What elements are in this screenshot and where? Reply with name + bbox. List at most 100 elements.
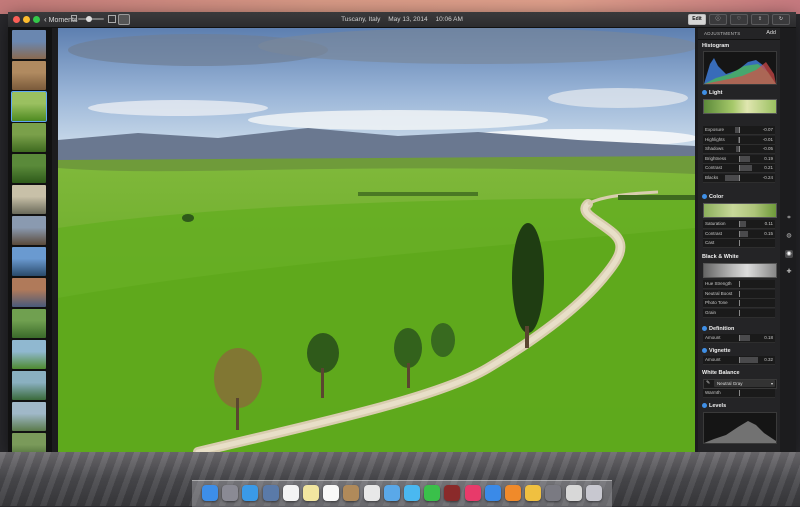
- window-title: Tuscany, Italy May 13, 2014 10:06 AM: [8, 14, 796, 25]
- light-enabled-indicator[interactable]: [702, 90, 707, 95]
- slider-value: 0.32: [764, 357, 773, 362]
- color-strip-slider[interactable]: [703, 203, 777, 218]
- launchpad-icon[interactable]: [222, 485, 239, 501]
- filmstrip: [8, 28, 52, 452]
- filmstrip-thumbnail[interactable]: [12, 61, 46, 90]
- calendar-icon[interactable]: [282, 485, 299, 501]
- slider-label: Neutral Boost: [705, 290, 733, 296]
- slider-center-mark: [739, 281, 740, 287]
- adjustment-slider-row[interactable]: Blacks -0.24: [703, 173, 775, 183]
- adjustment-slider-row[interactable]: Amount 0.32: [703, 356, 775, 365]
- adjustment-slider-row[interactable]: Highlights -0.01: [703, 135, 775, 145]
- adjustment-slider-row[interactable]: Hue Strength: [703, 280, 775, 289]
- adjustment-slider-row[interactable]: Brightness 0.19: [703, 154, 775, 164]
- reminders-icon[interactable]: [323, 485, 340, 501]
- ibooks-icon[interactable]: [505, 485, 521, 501]
- crop-tool-button[interactable]: ⌗: [785, 214, 793, 222]
- favorite-button[interactable]: ♡: [730, 14, 748, 25]
- filmstrip-thumbnail[interactable]: [12, 402, 46, 431]
- facetime-icon[interactable]: [424, 485, 441, 501]
- documents-icon[interactable]: [565, 485, 582, 501]
- definition-section-title[interactable]: Definition: [702, 326, 734, 332]
- slider-label: Cast: [705, 240, 715, 245]
- filmstrip-thumbnail[interactable]: [12, 433, 46, 452]
- mail-icon[interactable]: [383, 485, 400, 501]
- filmstrip-thumbnail[interactable]: [12, 154, 46, 183]
- contacts-icon[interactable]: [343, 485, 360, 501]
- notes-icon[interactable]: [303, 485, 319, 501]
- photo-booth-icon[interactable]: [444, 485, 461, 501]
- levels-enabled-indicator[interactable]: [702, 403, 707, 408]
- adjustment-slider-row[interactable]: Cast: [703, 239, 775, 248]
- trash-icon[interactable]: [585, 485, 602, 501]
- vignette-section-title[interactable]: Vignette: [702, 348, 731, 354]
- photo-date: May 13, 2014: [388, 16, 428, 23]
- safari-icon[interactable]: [242, 485, 259, 501]
- photos-icon[interactable]: [525, 485, 542, 501]
- adjustment-slider-row[interactable]: Warmth: [703, 389, 775, 398]
- filmstrip-thumbnail[interactable]: [11, 91, 47, 122]
- filters-tool-button[interactable]: ◍: [785, 232, 793, 240]
- vignette-enabled-indicator[interactable]: [702, 348, 707, 353]
- adjustment-slider-row[interactable]: Amount 0.18: [703, 334, 775, 343]
- share-button[interactable]: ⇪: [751, 14, 769, 25]
- edit-button[interactable]: Edit: [688, 14, 706, 25]
- filmstrip-thumbnail[interactable]: [12, 371, 46, 400]
- slider-label: Contrast: [705, 165, 723, 170]
- definition-enabled-indicator[interactable]: [702, 326, 707, 331]
- rotate-icon: ↻: [778, 16, 784, 22]
- color-enabled-indicator[interactable]: [702, 194, 707, 199]
- adjustment-slider-row[interactable]: Exposure -0.07: [703, 126, 775, 135]
- adjustment-slider-row[interactable]: Photo Tone: [703, 299, 775, 308]
- light-section-title[interactable]: Light: [702, 90, 722, 96]
- filmstrip-thumbnail[interactable]: [12, 123, 46, 152]
- add-adjustment-button[interactable]: Add: [766, 30, 776, 36]
- levels-section-title[interactable]: Levels: [702, 403, 726, 409]
- bw-section-title[interactable]: Black & White: [702, 254, 739, 260]
- filmstrip-thumbnail[interactable]: [12, 309, 46, 338]
- dock: [192, 480, 612, 507]
- retouch-tool-button[interactable]: ✚: [785, 268, 793, 276]
- white-balance-dropdown[interactable]: Neutral Gray: [714, 380, 775, 387]
- filmstrip-thumbnail[interactable]: [12, 216, 46, 245]
- filmstrip-thumbnail[interactable]: [12, 247, 46, 276]
- color-section-label: Color: [709, 194, 724, 200]
- bw-strip-slider[interactable]: [703, 263, 777, 278]
- adjustment-slider-row[interactable]: Contrast 0.21: [703, 164, 775, 173]
- slider-value: 0.11: [764, 221, 773, 226]
- adjustment-slider-row[interactable]: Shadows -0.05: [703, 145, 775, 154]
- adjust-tool-button[interactable]: ◉: [785, 250, 793, 258]
- rotate-button[interactable]: ↻: [772, 14, 790, 25]
- adjustment-slider-row[interactable]: Contrast 0.15: [703, 229, 775, 239]
- filmstrip-thumbnail[interactable]: [12, 185, 46, 214]
- adjustment-slider-row[interactable]: Neutral Boost: [703, 289, 775, 299]
- edit-tools-column: ⌗ ◍ ◉ ✚: [782, 28, 796, 452]
- bandage-icon: ✚: [786, 269, 792, 275]
- filmstrip-thumbnail[interactable]: [12, 340, 46, 369]
- eyedropper-icon[interactable]: ✎: [706, 380, 710, 386]
- filmstrip-thumbnail[interactable]: [12, 278, 46, 307]
- adjustment-slider-row[interactable]: Saturation 0.11: [703, 220, 775, 229]
- white-balance-section-title[interactable]: White Balance: [702, 370, 740, 376]
- light-strip-slider[interactable]: [703, 99, 777, 114]
- preview-icon[interactable]: [262, 485, 279, 501]
- slider-value: -0.05: [762, 146, 773, 151]
- adjustment-slider-row[interactable]: Grain: [703, 308, 775, 318]
- info-button[interactable]: ⓘ: [709, 14, 727, 25]
- finder-icon[interactable]: [202, 485, 218, 501]
- color-section-title[interactable]: Color: [702, 194, 723, 200]
- slider-center-mark: [739, 174, 740, 181]
- system-preferences-icon[interactable]: [545, 485, 562, 501]
- slider-value: 0.18: [764, 335, 773, 340]
- white-balance-row: ✎ Neutral Gray ▾: [703, 379, 777, 389]
- itunes-icon[interactable]: [464, 485, 481, 501]
- messages-icon[interactable]: [404, 485, 420, 501]
- filmstrip-thumbnail[interactable]: [12, 30, 46, 59]
- slider-fill: [724, 174, 739, 181]
- histogram-graph: [703, 51, 777, 85]
- textedit-icon[interactable]: [363, 485, 380, 501]
- slider-center-mark: [739, 230, 740, 237]
- main-photo[interactable]: [58, 28, 695, 452]
- levels-graph[interactable]: [703, 412, 777, 444]
- app-store-icon[interactable]: [484, 485, 501, 501]
